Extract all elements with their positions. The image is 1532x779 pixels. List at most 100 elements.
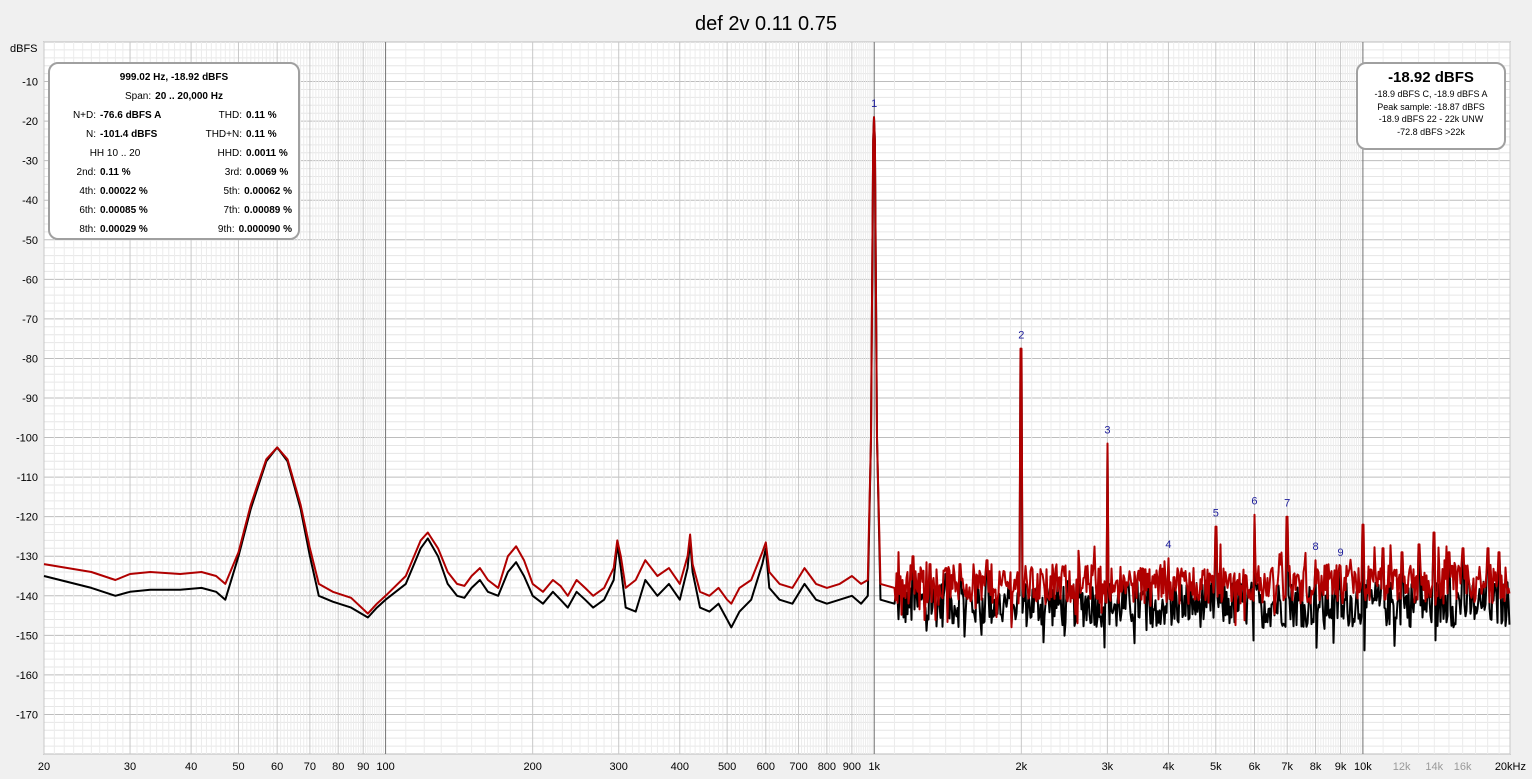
h4-value: 0.00022 % <box>100 186 148 197</box>
hh-row: HH 10 .. 20 HHD: 0.0011 % <box>56 144 292 163</box>
x-tick-label: 3k <box>1102 761 1114 773</box>
x-tick-label: 12k <box>1393 761 1411 773</box>
hhd-label: HHD: <box>217 148 242 159</box>
chart-title: def 2v 0.11 0.75 <box>695 13 837 35</box>
nd-value: -76.6 dBFS A <box>100 110 162 121</box>
h7-value: 0.00089 % <box>244 205 292 216</box>
harmonic-marker-label: 8 <box>1312 541 1318 553</box>
y-tick-label: -40 <box>22 195 38 207</box>
x-tick-label: 9k <box>1335 761 1347 773</box>
x-tick-labels: 20 30 40 50 60 70 80 90 100 200 300 400 500 600 700 800… <box>38 761 1526 773</box>
nd-label: N+D: <box>72 110 96 121</box>
fundamental-readout: 999.02 Hz, -18.92 dBFS <box>119 72 229 83</box>
y-tick-label: -60 <box>22 274 38 286</box>
y-tick-label: -100 <box>16 433 38 445</box>
harmonics-2-3-row: 2nd: 0.11 % 3rd: 0.0069 % <box>56 163 292 182</box>
y-tick-label: -90 <box>22 393 38 405</box>
x-tick-label: 50 <box>232 761 244 773</box>
n-label: N: <box>86 129 96 140</box>
h2-value: 0.11 % <box>100 167 131 178</box>
x-tick-label: 300 <box>610 761 628 773</box>
harmonic-marker-label: 6 <box>1251 496 1257 508</box>
h6-value: 0.00085 % <box>100 205 148 216</box>
y-tick-labels: -10 -20 -30 -40 -50 -60 -70 -80 -90 -100 -110 -120 -… <box>16 77 38 722</box>
x-tick-label: 400 <box>671 761 689 773</box>
y-tick-label: -170 <box>16 709 38 721</box>
n-thdn-row: N: -101.4 dBFS THD+N: 0.11 % <box>56 125 292 144</box>
harmonic-marker-label: 9 <box>1337 547 1343 559</box>
x-tick-label: 60 <box>271 761 283 773</box>
harmonic-marker-label: 7 <box>1284 498 1290 510</box>
thdn-value: 0.11 % <box>246 129 277 140</box>
harmonic-marker-label: 3 <box>1104 424 1110 436</box>
x-tick-label: 500 <box>718 761 736 773</box>
x-tick-label: 16k <box>1454 761 1472 773</box>
x-tick-label: 14k <box>1425 761 1443 773</box>
thd-value: 0.11 % <box>246 110 277 121</box>
x-tick-label: 90 <box>357 761 369 773</box>
y-tick-label: -130 <box>16 551 38 563</box>
y-axis-label: dBFS <box>10 43 38 55</box>
x-tick-label: 40 <box>185 761 197 773</box>
x-tick-label: 600 <box>757 761 775 773</box>
harmonic-marker-label: 5 <box>1213 508 1219 520</box>
span-row: Span: 20 .. 20,000 Hz <box>56 87 292 106</box>
y-tick-label: -140 <box>16 591 38 603</box>
h3-value: 0.0069 % <box>246 167 289 178</box>
span-value: 20 .. 20,000 Hz <box>155 91 223 102</box>
y-tick-label: -50 <box>22 235 38 247</box>
x-tick-label: 10k <box>1354 761 1372 773</box>
peak-sample: Peak sample: -18.87 dBFS <box>1377 101 1485 112</box>
y-tick-label: -80 <box>22 353 38 365</box>
x-tick-label: 6k <box>1249 761 1261 773</box>
hhd-value: 0.0011 % <box>246 148 288 159</box>
x-tick-label: 5k <box>1210 761 1222 773</box>
x-tick-label: 7k <box>1281 761 1293 773</box>
weighted-level: -18.9 dBFS C, -18.9 dBFS A <box>1374 89 1488 99</box>
thdn-label: THD+N: <box>205 129 242 140</box>
x-tick-label: 900 <box>843 761 861 773</box>
h2-label: 2nd: <box>76 167 96 178</box>
harmonics-8-9-row: 8th: 0.00029 % 9th: 0.000090 % <box>56 220 292 239</box>
harmonics-4-5-row: 4th: 0.00022 % 5th: 0.00062 % <box>56 182 292 201</box>
h9-label: 9th: <box>217 224 235 235</box>
n-value: -101.4 dBFS <box>100 129 158 140</box>
measurement-panel: 999.02 Hz, -18.92 dBFS Span: 20 .. 20,00… <box>48 62 300 240</box>
y-tick-label: -160 <box>16 670 38 682</box>
y-tick-label: -20 <box>22 116 38 128</box>
panel-header-row: 999.02 Hz, -18.92 dBFS <box>56 68 292 87</box>
x-tick-label: 1k <box>868 761 880 773</box>
h8-label: 8th: <box>79 224 96 235</box>
y-tick-label: -10 <box>22 77 38 89</box>
y-tick-label: -70 <box>22 314 38 326</box>
thd-label: THD: <box>218 110 242 121</box>
nd-thd-row: N+D: -76.6 dBFS A THD: 0.11 % <box>56 106 292 125</box>
h6-label: 6th: <box>79 205 96 216</box>
h5-value: 0.00062 % <box>244 186 292 197</box>
harmonic-marker-label: 1 <box>871 98 877 110</box>
h4-label: 4th: <box>79 186 96 197</box>
x-tick-label: 100 <box>376 761 394 773</box>
x-tick-label: 200 <box>523 761 541 773</box>
x-tick-label: 20 <box>38 761 50 773</box>
above-22k-level: -72.8 dBFS >22k <box>1397 126 1465 137</box>
y-tick-label: -110 <box>17 472 38 484</box>
hh-label: HH 10 .. 20 <box>89 148 141 159</box>
y-tick-label: -120 <box>16 512 38 524</box>
level-panel: -18.92 dBFS -18.9 dBFS C, -18.9 dBFS A P… <box>1356 62 1506 150</box>
x-tick-label: 70 <box>304 761 316 773</box>
x-tick-label: 4k <box>1163 761 1175 773</box>
h5-label: 5th: <box>223 186 241 197</box>
y-tick-label: -30 <box>22 156 38 168</box>
span-label: Span: <box>125 91 152 102</box>
spectrum-chart: def 2v 0.11 0.75 dBFS -10 -20 -30 -40 -50 -60… <box>0 0 1532 779</box>
x-tick-label: 20kHz <box>1495 761 1526 773</box>
x-tick-label: 700 <box>789 761 807 773</box>
x-tick-label: 800 <box>818 761 836 773</box>
h7-label: 7th: <box>223 205 241 216</box>
h8-value: 0.00029 % <box>100 224 148 235</box>
x-tick-label: 2k <box>1016 761 1028 773</box>
unweighted-level: -18.9 dBFS 22 - 22k UNW <box>1378 114 1484 124</box>
level-readout: -18.92 dBFS <box>1388 69 1474 86</box>
x-tick-label: 8k <box>1310 761 1322 773</box>
